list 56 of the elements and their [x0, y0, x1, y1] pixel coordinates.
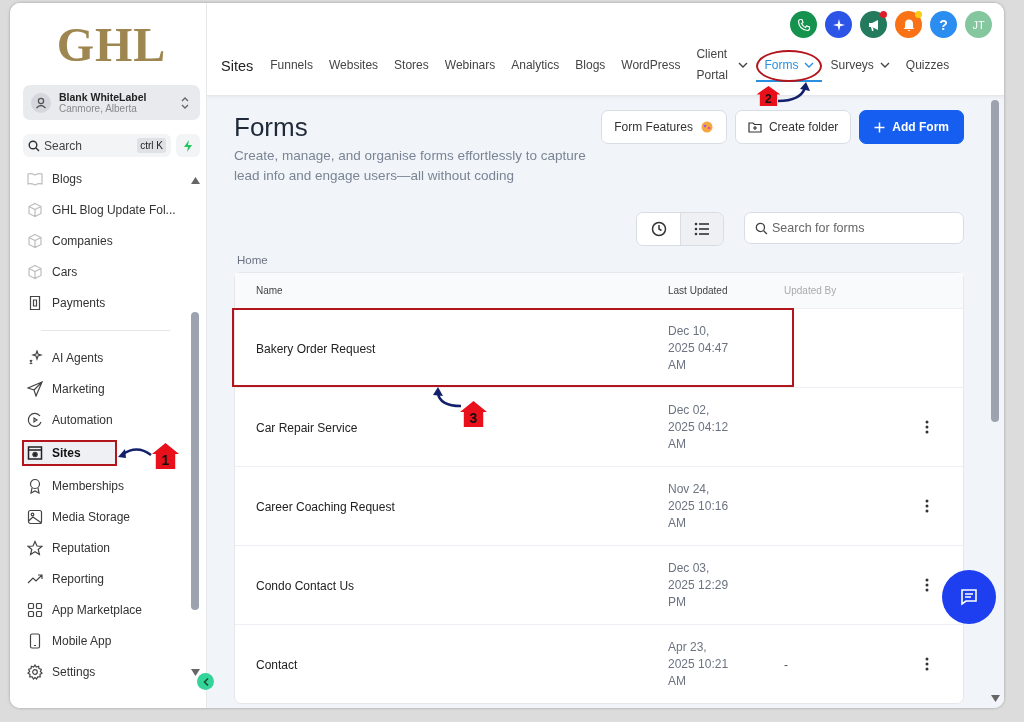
form-name[interactable]: Condo Contact Us: [256, 579, 355, 593]
page-title: Forms: [234, 112, 309, 143]
nav-tab[interactable]: Stores: [386, 50, 437, 82]
sidebar-item[interactable]: Payments: [23, 293, 190, 313]
form-name[interactable]: Contact: [256, 658, 298, 672]
form-name[interactable]: Car Repair Service: [256, 421, 358, 435]
table-cell-text: Nov 24, 2025 10:16 AM: [668, 480, 730, 532]
sidebar-item[interactable]: Settings: [23, 662, 190, 682]
nav-tab[interactable]: Quizzes: [897, 50, 958, 82]
create-folder-button[interactable]: Create folder: [734, 110, 852, 144]
nav-tab[interactable]: Client Portal: [688, 42, 757, 90]
table-cell-text: Dec 02, 2025 04:12 AM: [668, 401, 730, 453]
sidebar-item[interactable]: AI Agents: [23, 348, 190, 368]
sidebar-item[interactable]: Reputation: [23, 538, 190, 558]
breadcrumb[interactable]: Home: [237, 254, 268, 266]
search-bar[interactable]: Search for forms: [744, 212, 964, 244]
sidebar-item[interactable]: App Marketplace: [23, 600, 190, 620]
nav-tab[interactable]: Websites: [320, 50, 387, 82]
sidebar-item[interactable]: GHL Blog Update Fol...: [23, 200, 190, 220]
sidebar-item[interactable]: Blogs: [23, 169, 190, 189]
account-location: Canmore, Alberta: [59, 103, 138, 114]
sidebar-item[interactable]: Cars: [23, 262, 190, 282]
step-marker: 1: [152, 443, 179, 469]
step-marker: 3: [460, 401, 487, 427]
sidebar-item[interactable]: Marketing: [23, 379, 190, 399]
account-switcher[interactable]: Blank WhiteLabel Canmore, Alberta: [23, 85, 200, 120]
nav-tab[interactable]: Webinars: [436, 50, 504, 82]
nav-tab[interactable]: Funnels: [262, 50, 321, 82]
nav-tab[interactable]: WordPress: [613, 50, 689, 82]
sidebar-item[interactable]: Media Storage: [23, 507, 190, 527]
column-header: Name: [255, 285, 284, 296]
shortcut-hint: ctrl K: [137, 138, 166, 153]
account-name: Blank WhiteLabel: [59, 91, 148, 103]
logo: GHL: [55, 21, 168, 69]
add-form-button[interactable]: Add Form: [859, 110, 964, 144]
section-title: Sites: [221, 58, 254, 74]
table-cell-text: Dec 10, 2025 04:47 AM: [668, 322, 730, 374]
form-features-button[interactable]: Form Features: [601, 110, 727, 144]
sidebar-item[interactable]: Reporting: [23, 569, 190, 589]
search-bar[interactable]: Search ctrl K: [23, 134, 171, 157]
sidebar-item[interactable]: Automation: [23, 410, 190, 430]
table-cell-text: Dec 03, 2025 12:29 PM: [668, 559, 730, 611]
sidebar-item[interactable]: Memberships: [23, 476, 190, 496]
form-name[interactable]: Bakery Order Request: [256, 342, 376, 356]
table-cell-text: Apr 23, 2025 10:21 AM: [668, 638, 730, 690]
sidebar-item[interactable]: Companies: [23, 231, 190, 251]
table-cell: -: [784, 658, 788, 672]
column-header: Updated By: [784, 285, 838, 296]
nav-tab[interactable]: Analytics: [503, 50, 568, 82]
form-name[interactable]: Career Coaching Request: [256, 500, 395, 514]
column-header: Last Updated: [668, 285, 729, 296]
search-field[interactable]: Search: [44, 138, 134, 153]
page-description: Create, manage, and organise forms effortlessly to capture lead info and engage users—all without coding: [234, 147, 587, 185]
nav-tab[interactable]: Blogs: [567, 50, 614, 82]
sidebar-item[interactable]: Mobile App: [23, 631, 190, 651]
nav-tab[interactable]: Surveys: [822, 50, 898, 82]
